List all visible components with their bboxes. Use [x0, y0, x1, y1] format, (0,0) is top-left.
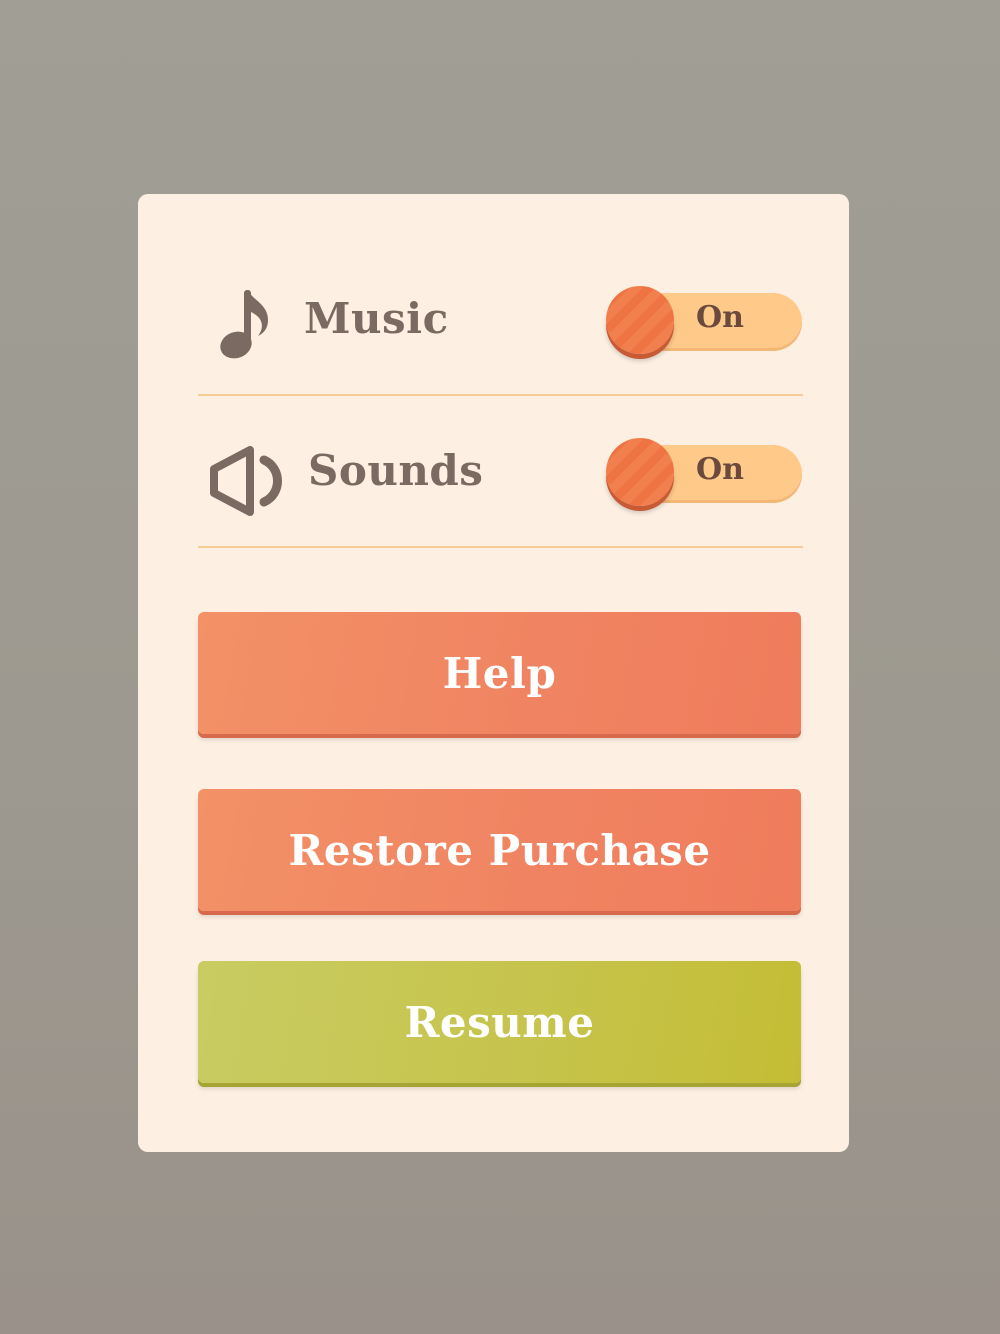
sounds-setting-row: Sounds On — [198, 398, 803, 548]
speaker-icon — [210, 446, 282, 516]
music-label: Music — [304, 294, 449, 343]
divider — [198, 546, 803, 548]
divider — [198, 394, 803, 396]
help-button[interactable]: Help — [198, 612, 801, 734]
music-toggle[interactable]: On — [606, 286, 802, 354]
music-note-icon — [220, 290, 268, 359]
sounds-toggle-state: On — [696, 452, 744, 487]
sounds-toggle-knob[interactable] — [606, 438, 674, 506]
restore-purchase-button[interactable]: Restore Purchase — [198, 789, 801, 911]
sounds-toggle[interactable]: On — [606, 438, 802, 506]
resume-button[interactable]: Resume — [198, 961, 801, 1083]
music-toggle-state: On — [696, 300, 744, 335]
settings-panel: Music On Sounds On Help Restore Purchase… — [138, 194, 849, 1152]
music-toggle-knob[interactable] — [606, 286, 674, 354]
sounds-label: Sounds — [308, 446, 484, 495]
music-setting-row: Music On — [198, 246, 803, 396]
